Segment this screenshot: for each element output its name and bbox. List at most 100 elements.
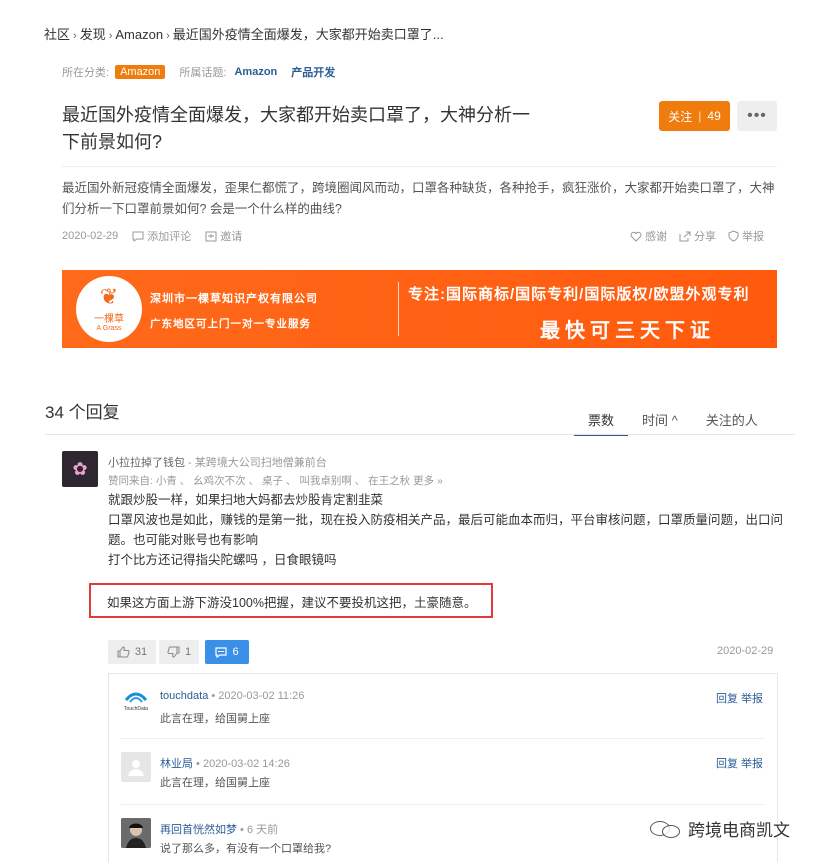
avatar[interactable] bbox=[121, 818, 151, 848]
comment-author[interactable]: 再回首恍然如梦 bbox=[160, 824, 237, 836]
topic-product-dev[interactable]: 产品开发 bbox=[291, 64, 335, 80]
answer-line: 打个比方还记得指尖陀螺吗 ，日食眼镜吗 bbox=[108, 553, 337, 567]
comment-time: • 2020-03-02 14:26 bbox=[193, 758, 290, 770]
avatar[interactable] bbox=[121, 752, 151, 782]
thanks-link[interactable]: 感谢 bbox=[630, 228, 667, 244]
report-link[interactable]: 举报 bbox=[728, 228, 764, 244]
watermark: 跨境电商凯文 bbox=[650, 816, 790, 841]
report-icon bbox=[728, 230, 739, 242]
comment-meta: touchdata • 2020-03-02 11:26 bbox=[160, 690, 304, 702]
comment-bubble-icon bbox=[215, 646, 228, 658]
comments-toggle-button[interactable]: 6 bbox=[205, 640, 249, 664]
comment-text: 此言在理，给国舅上座 bbox=[160, 713, 270, 725]
question-actions: 2020-02-29 添加评论 邀请 bbox=[62, 228, 242, 244]
divider bbox=[121, 804, 765, 805]
comment-meta: 再回首恍然如梦 • 6 天前 bbox=[160, 821, 278, 837]
follow-label: 关注 bbox=[668, 109, 693, 124]
follow-button[interactable]: 关注 | 49 bbox=[659, 101, 730, 131]
comment-time: • 6 天前 bbox=[237, 824, 279, 836]
more-dots-icon: ••• bbox=[747, 107, 767, 124]
user-placeholder-icon bbox=[128, 760, 144, 776]
share-link[interactable]: 分享 bbox=[679, 228, 716, 244]
downvote-count: 1 bbox=[184, 646, 192, 658]
banner-fast: 最快可三天下证 bbox=[540, 320, 715, 342]
sort-tabs: 票数 时间 ^ 关注的人 bbox=[574, 410, 772, 436]
breadcrumb-item-amazon[interactable]: Amazon bbox=[115, 27, 163, 42]
breadcrumb-separator: › bbox=[73, 30, 77, 42]
divider bbox=[121, 738, 765, 739]
add-comment-link[interactable]: 添加评论 bbox=[132, 228, 191, 244]
banner-focus: 专注:国际商标/国际专利/国际版权/欧盟外观专利 bbox=[408, 286, 750, 303]
answer-likers[interactable]: 赞同来自: 小青 、 幺鸡次不次 、 桌子 、 叫我卓别啊 、 在王之秋 更多 … bbox=[108, 473, 443, 488]
follow-divider: | bbox=[698, 109, 702, 123]
comment-time: • 2020-03-02 11:26 bbox=[208, 690, 305, 702]
thanks-label: 感谢 bbox=[645, 231, 667, 243]
divider bbox=[45, 434, 795, 435]
touchdata-logo-icon bbox=[124, 692, 148, 703]
comment-actions[interactable]: 回复 举报 bbox=[716, 690, 763, 706]
thumbs-up-icon bbox=[117, 646, 130, 658]
invite-label: 邀请 bbox=[220, 231, 243, 243]
user-photo-icon bbox=[121, 818, 151, 848]
answer-date: 2020-02-29 bbox=[717, 645, 774, 657]
avatar[interactable]: ✿ bbox=[62, 451, 98, 487]
breadcrumb-separator: › bbox=[166, 30, 170, 42]
comment-actions[interactable]: 回复 举报 bbox=[716, 755, 763, 771]
heart-icon bbox=[630, 231, 642, 242]
comment-icon bbox=[132, 231, 144, 242]
comments-count: 6 bbox=[232, 646, 239, 658]
banner-logo: ❦ 一棵草 A Grass bbox=[76, 276, 142, 342]
answer-author-name[interactable]: 小拉拉掉了钱包 bbox=[108, 457, 185, 469]
banner-logo-sub: A Grass bbox=[96, 325, 122, 332]
breadcrumb: 社区 › 发现 › Amazon › 最近国外疫情全面爆发，大家都开始卖口罩了... bbox=[44, 24, 444, 43]
answer-line: 就跟炒股一样，如果扫地大妈都去炒股肯定割韭菜 bbox=[108, 493, 384, 507]
comment-text: 此言在理，给国舅上座 bbox=[160, 777, 270, 789]
replies-count: 34 个回复 bbox=[45, 403, 120, 422]
category-label: 所在分类: bbox=[62, 67, 110, 79]
comment-author[interactable]: 林业局 bbox=[160, 758, 193, 770]
banner-logo-text: 一棵草 bbox=[94, 314, 124, 325]
question-title: 最近国外疫情全面爆发，大家都开始卖口罩了，大神分析一下前景如何? bbox=[62, 105, 530, 152]
more-options-button[interactable]: ••• bbox=[737, 101, 777, 131]
topics-label: 所属话题: bbox=[179, 67, 227, 79]
tab-time[interactable]: 时间 ^ bbox=[628, 410, 692, 436]
thumbs-down-icon bbox=[167, 646, 180, 658]
banner-company: 深圳市一棵草知识产权有限公司 bbox=[150, 293, 318, 305]
breadcrumb-item-current: 最近国外疫情全面爆发，大家都开始卖口罩了... bbox=[172, 27, 444, 42]
add-comment-label: 添加评论 bbox=[147, 231, 192, 243]
share-label: 分享 bbox=[694, 231, 716, 243]
question-date: 2020-02-29 bbox=[62, 230, 119, 242]
downvote-button[interactable]: 1 bbox=[159, 640, 199, 664]
banner-divider bbox=[398, 282, 399, 336]
wechat-icon bbox=[650, 819, 684, 839]
question-right-actions: 感谢 分享 举报 bbox=[630, 228, 764, 244]
upvote-button[interactable]: 31 bbox=[108, 640, 156, 664]
breadcrumb-item-community[interactable]: 社区 bbox=[44, 27, 70, 42]
answer-line: 口罩风波也是如此，赚钱的是第一批，现在投入防疫相关产品，最后可能血本而归，平台审… bbox=[108, 513, 784, 547]
report-label: 举报 bbox=[742, 231, 764, 243]
answer-author-desc: - 某跨境大公司扫地僧兼前台 bbox=[185, 457, 327, 469]
topic-amazon[interactable]: Amazon bbox=[234, 66, 277, 78]
invite-link[interactable]: 邀请 bbox=[205, 228, 242, 244]
breadcrumb-item-discover[interactable]: 发现 bbox=[80, 27, 106, 42]
grass-logo-icon: ❦ bbox=[99, 284, 119, 309]
comment-author[interactable]: touchdata bbox=[160, 690, 208, 702]
follow-count: 49 bbox=[707, 109, 721, 123]
invite-icon bbox=[205, 231, 217, 241]
avatar[interactable]: TouchData bbox=[121, 686, 151, 716]
breadcrumb-separator: › bbox=[108, 30, 113, 42]
answer-body: 就跟炒股一样，如果扫地大妈都去炒股肯定割韭菜 口罩风波也是如此，赚钱的是第一批，… bbox=[108, 490, 788, 570]
answer-highlight: 如果这方面上游下游没100%把握，建议不要投机这把，土豪随意。 bbox=[107, 596, 477, 610]
tab-followed[interactable]: 关注的人 bbox=[692, 410, 772, 436]
question-meta: 所在分类: Amazon 所属话题: Amazon 产品开发 bbox=[62, 64, 335, 80]
comment-text: 说了那么多，有没有一个口罩给我? bbox=[160, 843, 332, 855]
question-body: 最近国外新冠疫情全面爆发，歪果仁都慌了，跨境圈闻风而动，口罩各种缺货，各种抢手，… bbox=[62, 181, 775, 216]
share-icon bbox=[679, 231, 691, 241]
tab-votes[interactable]: 票数 bbox=[574, 410, 629, 436]
category-badge[interactable]: Amazon bbox=[115, 65, 166, 79]
watermark-text: 跨境电商凯文 bbox=[688, 821, 790, 840]
banner-service: 广东地区可上门一对一专业服务 bbox=[150, 318, 311, 330]
answer-author-line: 小拉拉掉了钱包 - 某跨境大公司扫地僧兼前台 bbox=[108, 454, 327, 470]
ad-banner[interactable]: ❦ 一棵草 A Grass 深圳市一棵草知识产权有限公司 广东地区可上门一对一专… bbox=[62, 270, 777, 348]
comment-meta: 林业局 • 2020-03-02 14:26 bbox=[160, 755, 290, 771]
